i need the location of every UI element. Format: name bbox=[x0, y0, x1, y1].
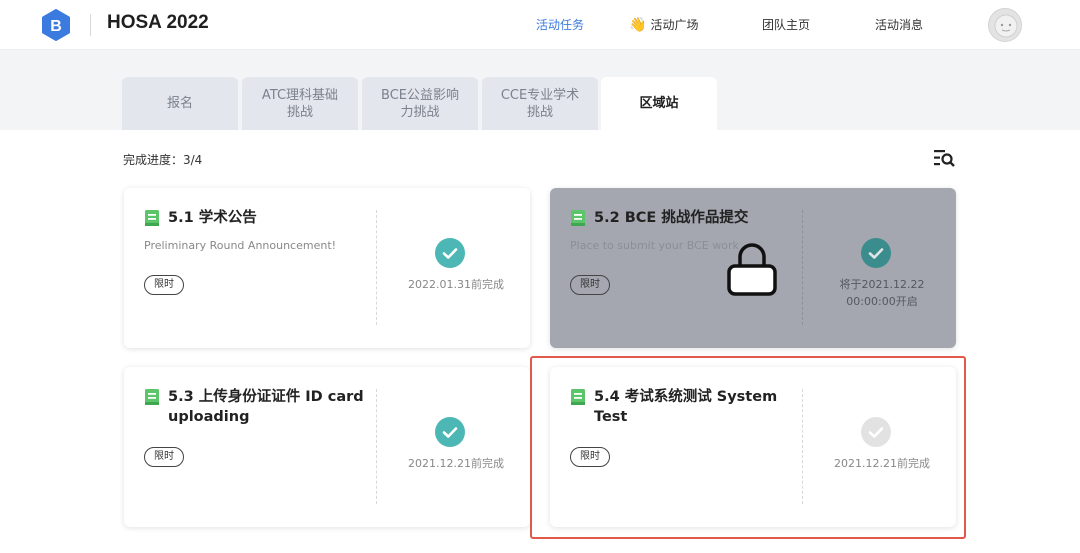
book-icon bbox=[571, 210, 585, 226]
progress-text: 完成进度：3/4 bbox=[123, 153, 203, 167]
nav-activity-messages[interactable]: 活动消息 bbox=[875, 16, 923, 33]
task-title-row: 5.1 学术公告 bbox=[144, 208, 369, 228]
svg-text:B: B bbox=[50, 18, 62, 35]
book-icon bbox=[145, 389, 159, 405]
nav-team-home[interactable]: 团队主页 bbox=[762, 16, 810, 33]
check-circle-icon bbox=[435, 417, 465, 447]
category-tab-bar: 报名 ATC理科基础挑战 BCE公益影响力挑战 CCE专业学术挑战 区域站 bbox=[0, 50, 1080, 130]
task-card-5-4[interactable]: 5.4 考试系统测试 System Test 限时 2021.12.21前完成 bbox=[550, 367, 956, 527]
tab-label: BCE公益影响力挑战 bbox=[381, 87, 459, 120]
time-limited-badge: 限时 bbox=[570, 447, 610, 467]
top-header: B HOSA 2022 活动任务 👋 活动广场 团队主页 活动消息 bbox=[0, 0, 1080, 50]
check-circle-icon bbox=[435, 238, 465, 268]
time-limited-badge: 限时 bbox=[144, 275, 184, 295]
task-title-row: 5.3 上传身份证证件 ID card uploading bbox=[144, 387, 369, 427]
nav-label: 团队主页 bbox=[762, 18, 811, 32]
card-divider bbox=[376, 210, 377, 325]
app-title: HOSA 2022 bbox=[107, 12, 209, 33]
nav-label: 活动广场 bbox=[650, 18, 699, 32]
task-card-5-3[interactable]: 5.3 上传身份证证件 ID card uploading 限时 2021.12… bbox=[124, 367, 530, 527]
task-title: 5.1 学术公告 bbox=[168, 210, 257, 226]
card-divider bbox=[802, 210, 803, 325]
face-icon bbox=[994, 14, 1018, 38]
nav-label: 活动消息 bbox=[875, 18, 924, 32]
card-divider bbox=[802, 389, 803, 504]
search-list-icon[interactable] bbox=[933, 148, 955, 168]
due-date: 2022.01.31前完成 bbox=[408, 278, 504, 291]
task-title: 5.4 考试系统测试 System Test bbox=[594, 389, 778, 425]
tab-label: 区域站 bbox=[639, 96, 679, 111]
tab-atc[interactable]: ATC理科基础挑战 bbox=[242, 77, 358, 130]
book-icon bbox=[145, 210, 159, 226]
task-card-5-1[interactable]: 5.1 学术公告 Preliminary Round Announcement!… bbox=[124, 188, 530, 348]
nav-activity-tasks[interactable]: 活动任务 bbox=[536, 16, 584, 33]
lock-icon bbox=[727, 243, 777, 296]
time-limited-badge: 限时 bbox=[144, 447, 184, 467]
check-circle-icon bbox=[861, 238, 891, 268]
book-icon bbox=[571, 389, 585, 405]
card-divider bbox=[376, 389, 377, 504]
task-title-row: 5.4 考试系统测试 System Test bbox=[570, 387, 795, 427]
tab-label: CCE专业学术挑战 bbox=[500, 87, 580, 120]
waving-hand-icon: 👋 bbox=[629, 16, 647, 33]
tab-label: ATC理科基础挑战 bbox=[261, 87, 339, 120]
task-title: 5.3 上传身份证证件 ID card uploading bbox=[168, 389, 364, 425]
check-circle-icon bbox=[861, 417, 891, 447]
header-divider bbox=[90, 14, 91, 36]
tab-registration[interactable]: 报名 bbox=[122, 77, 238, 130]
due-date: 2021.12.21前完成 bbox=[408, 457, 504, 470]
user-avatar[interactable] bbox=[988, 8, 1022, 42]
tab-label: 报名 bbox=[166, 96, 193, 111]
app-logo-icon[interactable]: B bbox=[40, 9, 72, 41]
nav-activity-square[interactable]: 👋 活动广场 bbox=[629, 16, 698, 33]
task-title-row: 5.2 BCE 挑战作品提交 bbox=[570, 208, 795, 228]
task-description: Preliminary Round Announcement! bbox=[144, 239, 337, 252]
due-date: 2021.12.21前完成 bbox=[834, 457, 930, 470]
task-title: 5.2 BCE 挑战作品提交 bbox=[594, 210, 749, 226]
task-content: 完成进度：3/4 5.1 学术公告 Preliminary Round Anno… bbox=[0, 130, 1080, 553]
open-date: 将于2021.12.22 00:00:00开启 bbox=[839, 278, 925, 308]
tab-cce[interactable]: CCE专业学术挑战 bbox=[482, 77, 598, 130]
nav-label: 活动任务 bbox=[536, 18, 585, 32]
time-limited-badge: 限时 bbox=[570, 275, 610, 295]
task-card-5-2[interactable]: 5.2 BCE 挑战作品提交 Place to submit your BCE … bbox=[550, 188, 956, 348]
tab-regional[interactable]: 区域站 bbox=[601, 77, 717, 130]
tab-bce[interactable]: BCE公益影响力挑战 bbox=[362, 77, 478, 130]
